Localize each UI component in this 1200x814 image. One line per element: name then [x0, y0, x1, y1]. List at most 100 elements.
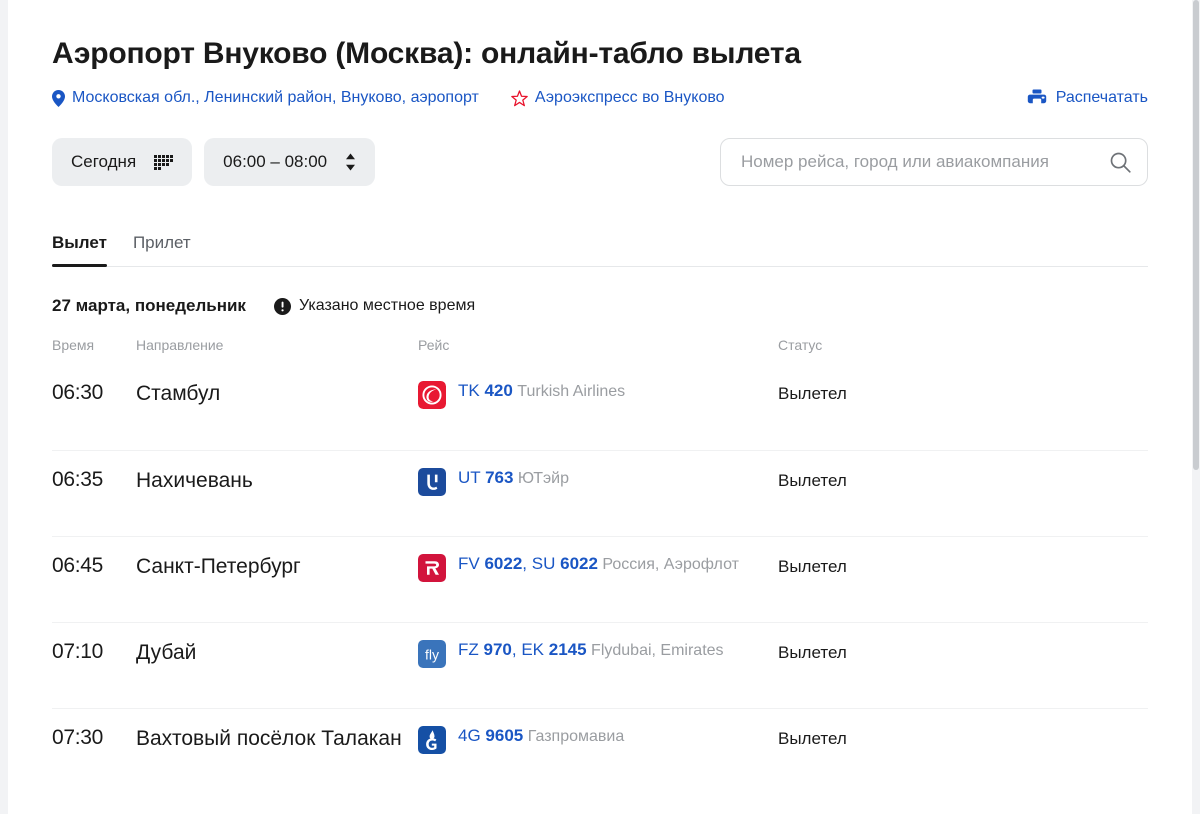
flight-cell: fly FZ 970, EK 2145 Flydubai, Emirates — [418, 638, 778, 668]
page-scrollbar[interactable] — [1192, 0, 1200, 814]
flight-cell: 4G 9605 Газпромавиа — [418, 724, 778, 754]
aeroexpress-label: Аэроэкспресс во Внуково — [534, 89, 725, 106]
flight-numbers[interactable]: UT 763 — [458, 468, 513, 487]
flight-airlines: ЮТэйр — [517, 470, 569, 487]
board-column-headers: Время Направление Рейс Статус — [52, 336, 1148, 364]
flight-carrier-code: SU — [531, 554, 556, 573]
flight-text: UT 763 ЮТэйр — [458, 466, 569, 489]
utair-logo — [418, 468, 446, 496]
local-time-note-label: Указано местное время — [298, 297, 476, 314]
date-filter-label: Сегодня — [71, 152, 137, 171]
flight-carrier-code: TK — [458, 381, 480, 400]
local-time-note: Указано местное время — [273, 297, 476, 315]
flight-numbers[interactable]: TK 420 — [458, 381, 513, 400]
gazpromavia-logo — [418, 726, 446, 754]
flight-rows: 06:30 Стамбул TK 420 Turkish Airlines Вы… — [52, 364, 1148, 794]
scrollbar-thumb[interactable] — [1193, 0, 1199, 470]
table-row[interactable]: 06:45 Санкт-Петербург FV 6022, SU 6022 Р… — [52, 536, 1148, 622]
map-pin-icon — [52, 89, 65, 107]
flight-number-separator: , — [511, 640, 522, 659]
print-button[interactable]: Распечатать — [1027, 87, 1148, 109]
svg-text:fly: fly — [425, 647, 439, 663]
board-date: 27 марта, понедельник — [52, 296, 246, 315]
flydubai-logo: fly — [418, 640, 446, 668]
airport-location-label: Московская обл., Ленинский район, Внуков… — [72, 89, 479, 106]
search-icon[interactable] — [1110, 152, 1131, 173]
flight-numbers[interactable]: 4G 9605 — [458, 726, 523, 745]
flight-status: Вылетел — [778, 729, 847, 748]
flight-airlines: Россия, Аэрофлот — [602, 556, 739, 573]
flight-airlines: Turkish Airlines — [517, 383, 626, 400]
flight-number: 9605 — [485, 726, 524, 745]
tab-departures[interactable]: Вылет — [52, 232, 107, 267]
page-title: Аэропорт Внуково (Москва): онлайн-табло … — [52, 37, 801, 70]
flight-carrier-code: FV — [458, 554, 480, 573]
airport-location-link[interactable]: Московская обл., Ленинский район, Внуков… — [52, 87, 479, 109]
flight-carrier-code: FZ — [458, 640, 479, 659]
time-range-label: 06:00 – 08:00 — [223, 152, 328, 171]
column-header-flight: Рейс — [418, 337, 450, 353]
board-tabs: Вылет Прилет — [52, 227, 1148, 267]
flight-cell: TK 420 Turkish Airlines — [418, 379, 778, 409]
info-exclamation-icon — [273, 297, 291, 315]
column-header-status: Статус — [778, 337, 823, 353]
table-row[interactable]: 06:35 Нахичевань UT 763 ЮТэйр Вылетел — [52, 450, 1148, 536]
tab-arrivals[interactable]: Прилет — [133, 232, 191, 266]
flight-cell: FV 6022, SU 6022 Россия, Аэрофлот — [418, 552, 778, 582]
flight-destination: Санкт-Петербург — [136, 555, 301, 578]
rossiya-logo — [418, 554, 446, 582]
flight-time: 06:45 — [52, 554, 104, 577]
flight-number: 763 — [485, 468, 514, 487]
flight-time: 06:35 — [52, 468, 104, 491]
printer-icon — [1027, 89, 1047, 108]
flight-airlines: Flydubai, Emirates — [591, 642, 724, 659]
turkish-airlines-logo — [418, 381, 446, 409]
flight-number: 6022 — [484, 554, 523, 573]
flight-status: Вылетел — [778, 643, 847, 662]
table-row[interactable]: 07:30 Вахтовый посёлок Талакан 4G 9605 Г… — [52, 708, 1148, 794]
flight-number-separator: , — [522, 554, 532, 573]
flight-text: TK 420 Turkish Airlines — [458, 379, 625, 402]
filter-bar: Сегодня 06:00 – 08:00 Номер рейса, город… — [52, 138, 1148, 186]
flight-destination: Вахтовый посёлок Талакан — [136, 727, 402, 750]
flight-time: 07:10 — [52, 640, 104, 663]
flight-destination: Стамбул — [136, 382, 221, 405]
flight-board: Время Направление Рейс Статус 06:30 Стам… — [52, 336, 1148, 794]
flight-text: FV 6022, SU 6022 Россия, Аэрофлот — [458, 552, 739, 575]
flight-status: Вылетел — [778, 557, 847, 576]
flight-carrier-code: UT — [458, 468, 481, 487]
table-row[interactable]: 07:10 Дубай fly FZ 970, EK 2145 Flydubai… — [52, 622, 1148, 708]
date-filter-button[interactable]: Сегодня — [52, 138, 193, 186]
print-label: Распечатать — [1055, 89, 1148, 106]
flight-airlines: Газпромавиа — [527, 728, 625, 745]
time-range-filter-button[interactable]: 06:00 – 08:00 — [204, 138, 376, 186]
flight-carrier-code: EK — [521, 640, 545, 659]
flight-destination: Нахичевань — [136, 469, 253, 492]
flight-number: 2145 — [548, 640, 587, 659]
flight-text: 4G 9605 Газпромавиа — [458, 724, 624, 747]
board-date-row: 27 марта, понедельник Указано местное вр… — [52, 294, 1148, 318]
flight-status: Вылетел — [778, 471, 847, 490]
column-header-destination: Направление — [136, 337, 224, 353]
flight-time: 07:30 — [52, 726, 104, 749]
header-links: Московская обл., Ленинский район, Внуков… — [52, 87, 1148, 109]
flight-cell: UT 763 ЮТэйр — [418, 466, 778, 496]
flight-numbers[interactable]: FZ 970, EK 2145 — [458, 640, 587, 659]
search-input[interactable] — [739, 151, 1110, 173]
flight-number: 970 — [483, 640, 512, 659]
flight-number: 6022 — [560, 554, 598, 573]
aeroexpress-link[interactable]: Аэроэкспресс во Внуково — [511, 87, 725, 109]
flight-text: FZ 970, EK 2145 Flydubai, Emirates — [458, 638, 724, 661]
calendar-grid-icon — [154, 154, 174, 170]
table-row[interactable]: 06:30 Стамбул TK 420 Turkish Airlines Вы… — [52, 364, 1148, 450]
column-header-time: Время — [52, 337, 95, 353]
page-card: Аэропорт Внуково (Москва): онлайн-табло … — [8, 0, 1192, 814]
flight-carrier-code: 4G — [458, 726, 481, 745]
search-box[interactable] — [720, 138, 1148, 186]
stepper-updown-icon — [345, 153, 356, 171]
flight-status: Вылетел — [778, 384, 847, 403]
flight-time: 06:30 — [52, 381, 104, 404]
flight-number: 420 — [484, 381, 513, 400]
flight-numbers[interactable]: FV 6022, SU 6022 — [458, 554, 598, 573]
flight-destination: Дубай — [136, 641, 197, 664]
